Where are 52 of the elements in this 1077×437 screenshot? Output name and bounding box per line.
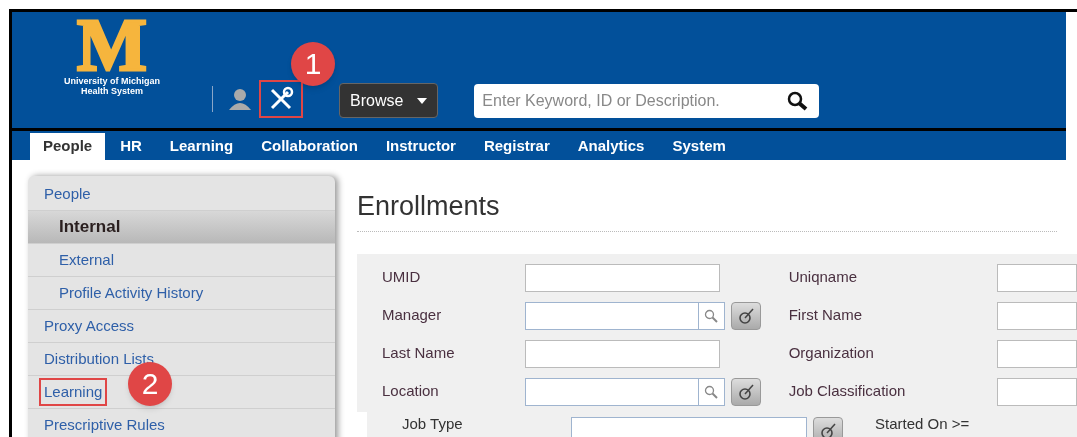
nav-tab[interactable]: People xyxy=(30,133,106,160)
sidebar-item[interactable]: Internal xyxy=(28,211,335,243)
sidebar-item[interactable]: Proxy Access xyxy=(28,310,335,342)
lookup-field[interactable] xyxy=(524,301,725,330)
user-icon[interactable] xyxy=(227,88,253,110)
picker-button[interactable] xyxy=(730,301,761,330)
page-title: Enrollments xyxy=(357,186,1057,232)
nav-tab[interactable]: Learning xyxy=(156,133,247,160)
text-field[interactable] xyxy=(524,339,720,368)
picker-icon xyxy=(736,382,755,401)
sidebar-item[interactable]: Profile Activity History xyxy=(28,277,335,309)
logo-text: University of Michigan xyxy=(64,76,160,86)
text-field[interactable] xyxy=(997,301,1077,330)
sidebar-item[interactable]: Prescriptive Rules xyxy=(28,409,335,437)
field-label: Job Classification xyxy=(788,381,907,402)
sidebar-item[interactable]: External xyxy=(28,244,335,276)
tools-button[interactable] xyxy=(259,80,303,118)
field-label: First Name xyxy=(788,305,863,326)
nav-tab[interactable]: Registrar xyxy=(470,133,563,160)
picker-icon xyxy=(736,306,755,325)
field-label: Manager xyxy=(382,305,443,326)
text-field[interactable] xyxy=(997,377,1077,406)
search-field[interactable]: Enter Keyword, ID or Description. xyxy=(474,84,820,118)
text-field[interactable] xyxy=(524,263,720,292)
nav-tab[interactable]: Collaboration xyxy=(248,133,371,160)
field-label: UMID xyxy=(382,267,422,288)
logo-letter: M xyxy=(77,14,147,76)
caret-icon xyxy=(417,97,428,104)
picker-button[interactable] xyxy=(730,377,761,406)
tools-icon xyxy=(268,86,294,112)
text-field[interactable] xyxy=(571,416,807,437)
field-label: Job Type xyxy=(402,414,464,433)
lookup-field[interactable] xyxy=(524,377,725,406)
browse-button[interactable]: Browse xyxy=(339,83,439,118)
field-label: Started On >= xyxy=(875,414,970,433)
nav-tab[interactable]: HR xyxy=(107,133,155,160)
field-label: Location xyxy=(382,381,440,402)
field-label: Last Name xyxy=(382,343,456,364)
nav-tab[interactable]: Instructor xyxy=(372,133,469,160)
nav-tab[interactable]: Analytics xyxy=(564,133,658,160)
nav-tab[interactable]: System xyxy=(659,133,739,160)
picker-button[interactable] xyxy=(813,416,843,437)
search-icon[interactable] xyxy=(787,91,810,111)
sidebar-item[interactable]: Learning xyxy=(39,377,108,407)
text-field[interactable] xyxy=(997,339,1077,368)
callout-number-badge: 1 xyxy=(291,42,335,86)
field-label: Uniqname xyxy=(788,267,859,288)
logo-text: Health System xyxy=(81,86,143,96)
picker-icon xyxy=(819,421,837,437)
field-label: Organization xyxy=(788,343,875,364)
sidebar-item[interactable]: People xyxy=(28,178,335,210)
text-field[interactable] xyxy=(997,263,1077,292)
